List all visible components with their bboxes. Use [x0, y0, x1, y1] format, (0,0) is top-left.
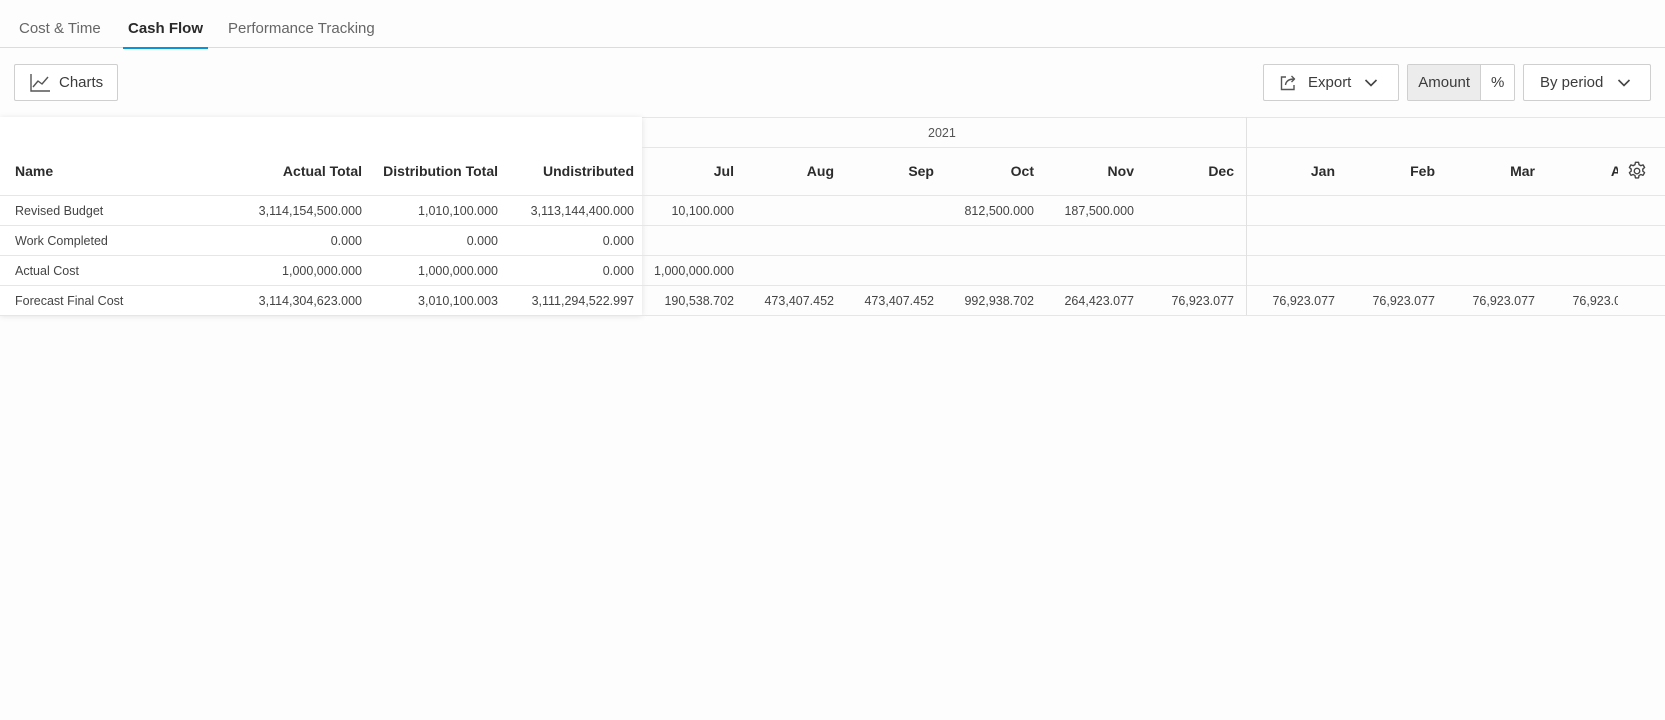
charts-label: Charts: [59, 74, 104, 91]
month-cell: 264,423.077: [1064, 294, 1134, 308]
column-header-undistributed[interactable]: Undistributed: [500, 162, 634, 180]
export-button[interactable]: Export: [1263, 64, 1399, 101]
amount-option[interactable]: Amount: [1408, 65, 1481, 100]
period-dropdown[interactable]: By period: [1523, 64, 1651, 101]
column-header-aug[interactable]: Aug: [742, 162, 834, 180]
column-header-dec[interactable]: Dec: [1142, 162, 1234, 180]
month-cell: 992,938.702: [964, 294, 1034, 308]
column-header-oct[interactable]: Oct: [942, 162, 1034, 180]
month-cell: 10,100.000: [671, 204, 734, 218]
month-cell: 473,407.452: [864, 294, 934, 308]
tab-performance-tracking[interactable]: Performance Tracking: [228, 20, 375, 48]
actual-total-cell: 3,114,154,500.000: [258, 204, 362, 218]
tab-cash-flow[interactable]: Cash Flow: [122, 20, 209, 49]
actual-total-cell: 1,000,000.000: [282, 264, 362, 278]
chevron-down-icon: [1618, 78, 1631, 87]
column-header-apr[interactable]: Apr: [1543, 162, 1618, 180]
percent-option[interactable]: %: [1480, 65, 1514, 100]
month-cell: 76,923.077: [1272, 294, 1335, 308]
column-header-feb[interactable]: Feb: [1343, 162, 1435, 180]
amount-percent-toggle: Amount %: [1407, 64, 1515, 101]
undistributed-cell: 0.000: [602, 234, 634, 248]
tab-bar: Cost & Time Cash Flow Performance Tracki…: [0, 0, 1665, 49]
distribution-total-cell: 0.000: [466, 234, 498, 248]
column-header-sep[interactable]: Sep: [842, 162, 934, 180]
column-header-name[interactable]: Name: [15, 162, 53, 180]
column-header-jul[interactable]: Jul: [642, 162, 734, 180]
month-cell: 187,500.000: [1064, 204, 1134, 218]
month-cell: 473,407.452: [764, 294, 834, 308]
column-header-actual-total[interactable]: Actual Total: [212, 162, 362, 180]
export-label: Export: [1308, 74, 1352, 91]
chevron-down-icon: [1365, 78, 1378, 87]
line-chart-icon: [30, 73, 50, 92]
column-header-nov[interactable]: Nov: [1042, 162, 1134, 180]
undistributed-cell: 0.000: [602, 264, 634, 278]
charts-button[interactable]: Charts: [14, 64, 118, 101]
row-name: Forecast Final Cost: [15, 294, 124, 308]
cash-flow-page: Cost & Time Cash Flow Performance Tracki…: [0, 0, 1665, 720]
column-header-distribution-total[interactable]: Distribution Total: [360, 162, 498, 180]
column-header-jan[interactable]: Jan: [1243, 162, 1335, 180]
column-settings-button[interactable]: [1626, 160, 1648, 182]
actual-total-cell: 3,114,304,623.000: [258, 294, 362, 308]
month-cell: 812,500.000: [964, 204, 1034, 218]
month-cell: 190,538.702: [664, 294, 734, 308]
period-label: By period: [1540, 74, 1604, 91]
distribution-total-cell: 1,010,100.000: [418, 204, 498, 218]
export-icon: [1280, 75, 1296, 90]
undistributed-cell: 3,113,144,400.000: [530, 204, 634, 218]
row-name: Revised Budget: [15, 204, 104, 218]
row-name: Work Completed: [15, 234, 108, 248]
month-columns-viewport[interactable]: Jul Aug Sep Oct Nov Dec Jan Feb Mar Apr …: [642, 117, 1618, 317]
month-cell: 76,923.077: [1472, 294, 1535, 308]
undistributed-cell: 3,111,294,522.997: [531, 294, 634, 308]
month-cell: 76,923.077: [1572, 294, 1618, 308]
actual-total-cell: 0.000: [330, 234, 362, 248]
row-name: Actual Cost: [15, 264, 79, 278]
gear-icon: [1628, 161, 1646, 179]
column-header-mar[interactable]: Mar: [1443, 162, 1535, 180]
month-cell: 76,923.077: [1372, 294, 1435, 308]
month-cell: 1,000,000.000: [654, 264, 734, 278]
distribution-total-cell: 3,010,100.003: [418, 294, 498, 308]
tab-cost-time[interactable]: Cost & Time: [19, 20, 101, 48]
month-cell: 76,923.077: [1171, 294, 1234, 308]
distribution-total-cell: 1,000,000.000: [418, 264, 498, 278]
